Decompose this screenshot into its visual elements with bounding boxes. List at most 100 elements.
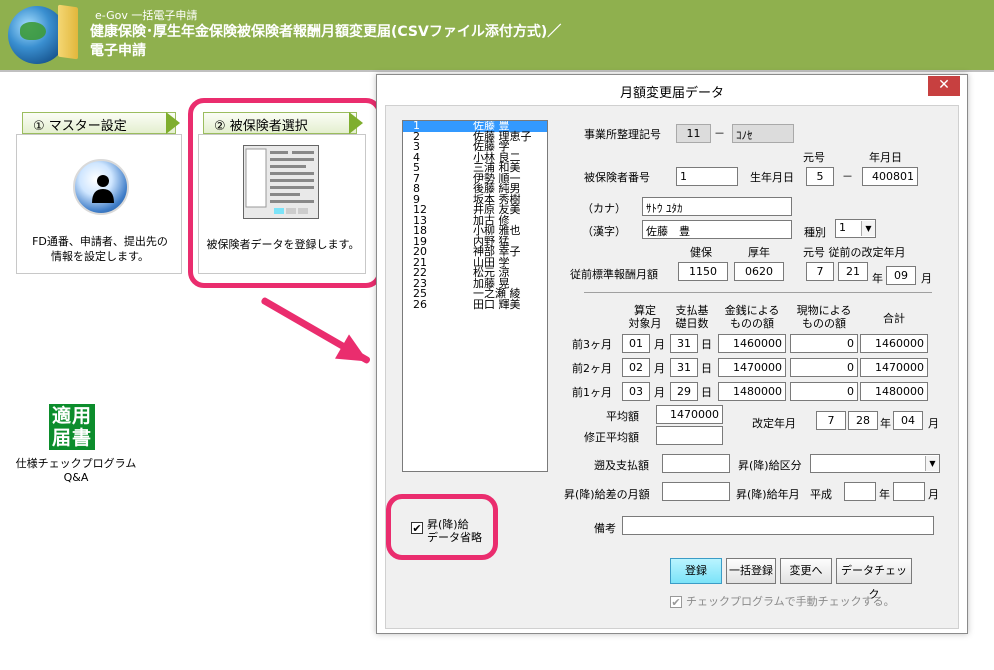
list-item-name: 田口 輝美 xyxy=(473,297,521,311)
birth-date-input[interactable]: 400801 xyxy=(862,167,918,186)
updown-diff-input[interactable] xyxy=(662,482,730,501)
ymd-label: 年月日 xyxy=(869,151,902,164)
row-day-char: 日 xyxy=(701,386,712,399)
prev-health-input[interactable]: 1150 xyxy=(678,262,728,281)
change-button[interactable]: 変更へ xyxy=(780,558,832,584)
section-separator xyxy=(584,292,932,293)
type-select[interactable]: 1 ▼ xyxy=(835,219,876,238)
row-kind-input[interactable]: 0 xyxy=(790,382,858,401)
row-month-char: 月 xyxy=(654,386,665,399)
type-select-value: 1 xyxy=(839,221,846,234)
row-days-input[interactable]: 29 xyxy=(670,382,698,401)
updown-month-input[interactable] xyxy=(893,482,925,501)
bulk-register-button[interactable]: 一括登録 xyxy=(726,558,776,584)
chevron-down-icon[interactable]: ▼ xyxy=(925,456,939,471)
row-total-input[interactable]: 1460000 xyxy=(860,334,928,353)
kanji-name-input[interactable]: 佐藤 豊 xyxy=(642,220,792,239)
row-days-input[interactable]: 31 xyxy=(670,358,698,377)
row-cash-input[interactable]: 1470000 xyxy=(718,358,786,377)
revision-month-char: 月 xyxy=(928,417,939,430)
revision-month-input[interactable]: 04 xyxy=(893,411,923,430)
updown-year-char: 年 xyxy=(879,488,890,501)
globe-land-shape xyxy=(20,22,46,40)
spec-check-program-label[interactable]: 仕様チェックプログラム Q&A xyxy=(10,457,142,485)
row-month-input[interactable]: 02 xyxy=(622,358,650,377)
row-total-input[interactable]: 1470000 xyxy=(860,358,928,377)
spec-check-label-line2: Q&A xyxy=(63,471,89,484)
row-month-input[interactable]: 03 xyxy=(622,382,650,401)
kanji-label: （漢字） xyxy=(582,225,626,238)
note-input[interactable] xyxy=(622,516,934,535)
modified-average-label: 修正平均額 xyxy=(584,431,639,444)
folder-icon xyxy=(58,4,78,60)
updown-year-input[interactable] xyxy=(844,482,876,501)
prev-month-char: 月 xyxy=(921,272,932,285)
user-settings-icon xyxy=(73,159,129,215)
col-header-days: 支払基 礎日数 xyxy=(675,304,709,330)
birth-dash: － xyxy=(842,170,853,183)
era-label: 元号 xyxy=(803,151,825,164)
row-month-input[interactable]: 01 xyxy=(622,334,650,353)
highlight-frame-step2 xyxy=(188,98,382,288)
revision-ym-label: 改定年月 xyxy=(752,417,796,430)
close-button[interactable]: ✕ xyxy=(928,76,960,96)
manual-check-label: チェックプログラムで手動チェックする。 xyxy=(686,595,895,608)
retro-pay-label: 遡及支払額 xyxy=(594,459,649,472)
row-cash-input[interactable]: 1460000 xyxy=(718,334,786,353)
updown-type-select[interactable]: ▼ xyxy=(810,454,940,473)
row-kind-input[interactable]: 0 xyxy=(790,358,858,377)
row-days-input[interactable]: 31 xyxy=(670,334,698,353)
chevron-down-icon[interactable]: ▼ xyxy=(861,221,875,236)
type-label: 種別 xyxy=(804,226,826,239)
list-item-number: 26 xyxy=(413,297,427,311)
revision-year-input[interactable]: 28 xyxy=(848,411,878,430)
step-description-line1: FD通番、申請者、提出先の xyxy=(32,235,168,248)
prev-month-input[interactable]: 09 xyxy=(886,266,916,285)
row-cash-input[interactable]: 1480000 xyxy=(718,382,786,401)
insured-number-input[interactable]: 1 xyxy=(676,167,738,186)
office-code-label: 事業所整理記号 xyxy=(584,128,661,141)
register-button[interactable]: 登録 xyxy=(670,558,722,584)
revision-era-input[interactable]: 7 xyxy=(816,411,846,430)
page-title: 健康保険･厚生年金保険被保険者報酬月額変更届(CSVファイル添付方式)／ 電子申… xyxy=(90,23,610,61)
spec-check-icon-glyph: 適用届書 xyxy=(51,405,92,449)
highlight-frame-checkbox xyxy=(386,494,498,560)
step-card-master[interactable]: FD通番、申請者、提出先の 情報を設定します。 xyxy=(16,134,182,274)
prev-year-input[interactable]: 21 xyxy=(838,262,868,281)
col-header-total: 合計 xyxy=(883,312,905,325)
insured-listbox[interactable]: 1 佐藤 豊 2 佐藤 理恵子 3 佐藤 学 4 小林 良二 5 三浦 和美 7 伊勢 順一 8 後藤 純… xyxy=(402,120,548,472)
spec-check-program-icon[interactable]: 適用届書 xyxy=(49,404,95,450)
list-item[interactable]: 26 田口 輝美 xyxy=(403,297,547,311)
app-name: e-Gov 一括電子申請 xyxy=(95,9,198,22)
col-header-kind: 現物による ものの額 xyxy=(796,304,852,330)
col-header-target-month: 算定 対象月 xyxy=(628,304,662,330)
step-arrow-icon xyxy=(166,112,180,134)
prev-revision-label: 元号 従前の改定年月 xyxy=(803,246,906,259)
prev-pension-input[interactable]: 0620 xyxy=(734,262,784,281)
updown-diff-label: 昇(降)給差の月額 xyxy=(564,488,650,501)
average-input[interactable]: 1470000 xyxy=(656,405,723,424)
step-tab-master-settings[interactable]: ① マスター設定 xyxy=(22,112,176,134)
person-silhouette-icon xyxy=(92,175,114,203)
header-divider xyxy=(0,70,994,72)
kana-name-input[interactable]: ｻﾄｳ ﾕﾀｶ xyxy=(642,197,792,216)
step-description: FD通番、申請者、提出先の 情報を設定します。 xyxy=(17,234,183,264)
birth-era-input[interactable]: 5 xyxy=(806,167,834,186)
insured-number-label: 被保険者番号 xyxy=(584,171,650,184)
pension-label: 厚年 xyxy=(748,246,770,259)
row-kind-input[interactable]: 0 xyxy=(790,334,858,353)
manual-check-checkbox[interactable]: ✔ xyxy=(670,596,682,608)
data-check-button[interactable]: データチェック xyxy=(836,558,912,601)
prev-era-input[interactable]: 7 xyxy=(806,262,834,281)
row-month-char: 月 xyxy=(654,338,665,351)
updown-month-char: 月 xyxy=(928,488,939,501)
row-day-char: 日 xyxy=(701,362,712,375)
row-label: 前1ヶ月 xyxy=(572,386,612,399)
modified-average-input[interactable] xyxy=(656,426,723,445)
office-code2-field: ｺﾉｾ xyxy=(732,124,794,143)
row-total-input[interactable]: 1480000 xyxy=(860,382,928,401)
page-title-line1: 健康保険･厚生年金保険被保険者報酬月額変更届(CSVファイル添付方式)／ xyxy=(90,24,562,40)
insured-list: 1 佐藤 豊 2 佐藤 理恵子 3 佐藤 学 4 小林 良二 5 三浦 和美 7 伊勢 順一 8 後藤 純… xyxy=(403,121,547,310)
row-month-char: 月 xyxy=(654,362,665,375)
retro-pay-input[interactable] xyxy=(662,454,730,473)
